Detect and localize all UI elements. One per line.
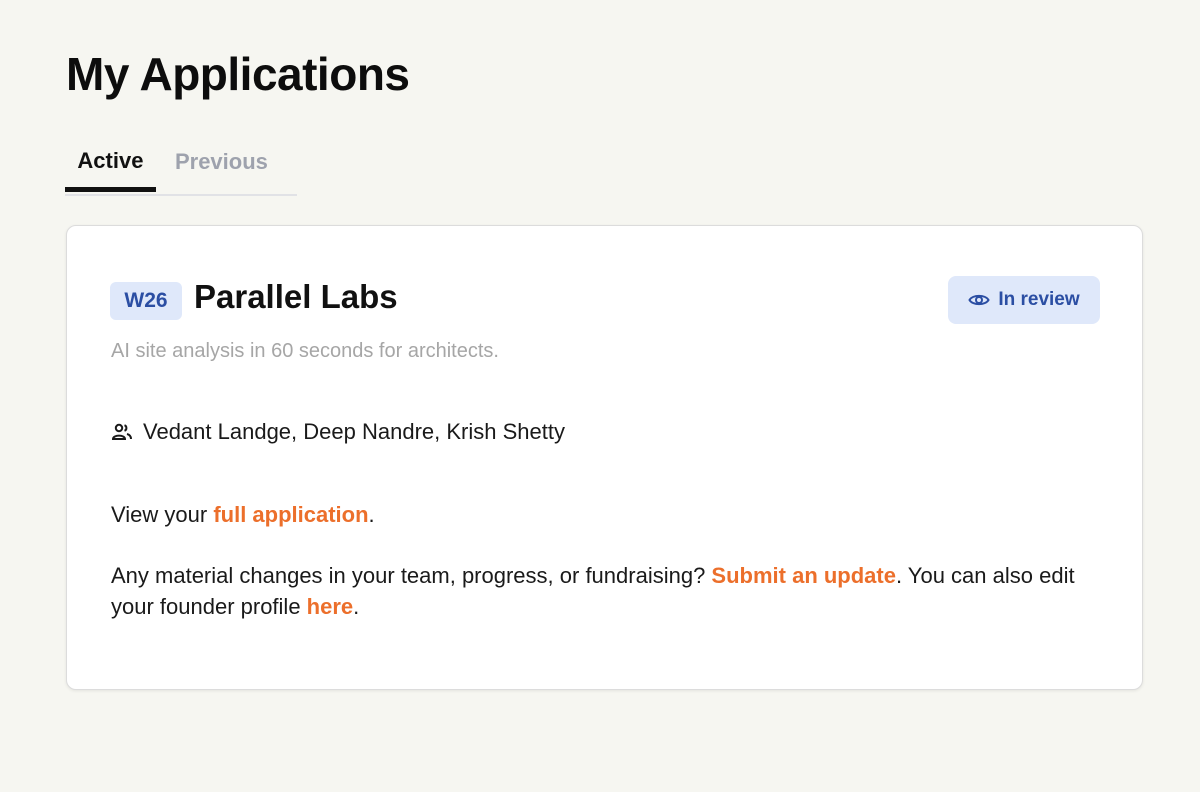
company-name: Parallel Labs — [194, 278, 398, 315]
tab-active[interactable]: Active — [65, 132, 156, 192]
status-badge: In review — [948, 276, 1100, 324]
application-card: W26 Parallel Labs In review AI site anal… — [66, 225, 1143, 690]
people-icon — [111, 423, 133, 441]
page-title: My Applications — [66, 48, 410, 100]
full-application-link[interactable]: full application — [213, 502, 368, 527]
batch-badge: W26 — [110, 282, 182, 320]
eye-icon — [968, 292, 990, 308]
application-tabs: Active Previous — [65, 132, 297, 196]
status-label: In review — [998, 289, 1080, 310]
founder-profile-link[interactable]: here — [307, 594, 353, 619]
founders-row: Vedant Landge, Deep Nandre, Krish Shetty — [111, 419, 565, 445]
company-tagline: AI site analysis in 60 seconds for archi… — [111, 340, 499, 362]
view-application-text: View your full application. — [111, 502, 375, 527]
submit-update-text: Any material changes in your team, progr… — [111, 563, 1075, 619]
tab-previous[interactable]: Previous — [156, 132, 297, 192]
founder-names: Vedant Landge, Deep Nandre, Krish Shetty — [143, 419, 565, 444]
submit-update-link[interactable]: Submit an update — [711, 563, 896, 588]
